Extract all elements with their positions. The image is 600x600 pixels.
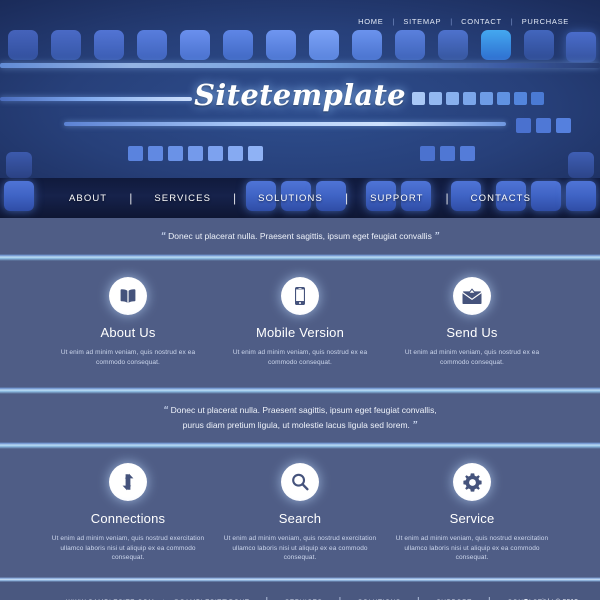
decor-mini-square xyxy=(228,146,243,161)
quote-body-line2: purus diam pretium ligula, ut molestie l… xyxy=(182,420,410,430)
quote-open-mark: “ xyxy=(163,405,169,416)
decor-mini-square xyxy=(556,118,571,133)
decor-square xyxy=(51,30,81,60)
feature-card-send-us[interactable]: Send Us Ut enim ad minim veniam, quis no… xyxy=(386,277,558,387)
decor-square xyxy=(395,30,425,60)
decor-mini-square xyxy=(420,146,435,161)
feature-description: Ut enim ad minim veniam, quis nostrud ex… xyxy=(60,349,196,366)
decor-mini-square-group xyxy=(516,118,571,133)
feature-row-secondary: Connections Ut enim ad minim veniam, qui… xyxy=(0,449,600,577)
decor-square xyxy=(352,30,382,60)
quote-banner-middle: “ Donec ut placerat nulla. Praesent sagi… xyxy=(0,394,600,442)
smartphone-icon xyxy=(281,277,319,315)
magnifier-icon xyxy=(281,463,319,501)
feature-card-mobile-version[interactable]: Mobile Version Ut enim ad minim veniam, … xyxy=(214,277,386,387)
decor-square xyxy=(8,30,38,60)
main-nav-links: ABOUT | SERVICES | SOLUTIONS | SUPPORT |… xyxy=(0,178,600,218)
quote-body-line1: Donec ut placerat nulla. Praesent sagitt… xyxy=(170,405,437,415)
nav-item-support[interactable]: SUPPORT xyxy=(348,193,445,204)
nav-item-solutions[interactable]: SOLUTIONS xyxy=(236,193,345,204)
feature-description: Ut enim ad minim veniam, quis nostrud ex… xyxy=(404,349,540,366)
decor-mini-square xyxy=(128,146,143,161)
feature-title: Connections xyxy=(90,511,166,526)
decor-square-left-low xyxy=(6,152,32,178)
top-nav-item-sitemap[interactable]: SITEMAP xyxy=(394,17,450,26)
decor-square xyxy=(309,30,339,60)
nav-item-contacts[interactable]: CONTACTS xyxy=(449,193,553,204)
gear-icon xyxy=(453,463,491,501)
section-divider xyxy=(0,387,600,394)
site-header: HOME | SITEMAP | CONTACT | PURCHASE Site… xyxy=(0,0,600,178)
decor-mini-square-group xyxy=(128,146,263,161)
top-nav-item-contact[interactable]: CONTACT xyxy=(452,17,511,26)
top-nav-item-purchase[interactable]: PURCHASE xyxy=(513,17,578,26)
main-navigation-bar: ABOUT | SERVICES | SOLUTIONS | SUPPORT |… xyxy=(0,178,600,218)
nav-separator: | xyxy=(445,191,449,205)
exchange-arrows-icon xyxy=(109,463,147,501)
decor-square-right-top xyxy=(566,32,596,62)
feature-title: About Us xyxy=(100,325,156,340)
decor-square xyxy=(180,30,210,60)
decor-square xyxy=(524,30,554,60)
decor-mini-square-group xyxy=(420,146,475,161)
feature-row-primary: About Us Ut enim ad minim veniam, quis n… xyxy=(0,261,600,387)
decor-light-bar xyxy=(64,122,506,126)
footer-nav-links: ABOUT | SERVICES | SOLUTIONS | SUPPORT |… xyxy=(208,596,563,600)
decor-mini-square xyxy=(188,146,203,161)
site-logo[interactable]: Sitetemplate xyxy=(0,78,600,112)
quote-close-mark: ” xyxy=(412,420,418,431)
decor-square-row xyxy=(8,30,554,60)
quote-body: Donec ut placerat nulla. Praesent sagitt… xyxy=(168,230,432,241)
feature-description: Ut enim ad minim veniam, quis nostrud ex… xyxy=(395,535,549,561)
decor-square xyxy=(94,30,124,60)
decor-mini-square xyxy=(248,146,263,161)
feature-description: Ut enim ad minim veniam, quis nostrud ex… xyxy=(51,535,205,561)
decor-square xyxy=(137,30,167,60)
decor-mini-square xyxy=(536,118,551,133)
decor-light-bar xyxy=(0,63,600,68)
feature-card-service[interactable]: Service Ut enim ad minim veniam, quis no… xyxy=(386,463,558,577)
nav-item-about[interactable]: ABOUT xyxy=(47,193,129,204)
feature-description: Ut enim ad minim veniam, quis nostrud ex… xyxy=(232,349,368,366)
nav-separator: | xyxy=(344,191,349,205)
quote-text: “ Donec ut placerat nulla. Praesent sagi… xyxy=(163,403,436,433)
feature-description: Ut enim ad minim veniam, quis nostrud ex… xyxy=(223,535,377,561)
decor-square-right-low xyxy=(568,152,594,178)
quote-text: “ Donec ut placerat nulla. Praesent sagi… xyxy=(161,229,439,244)
decor-mini-square xyxy=(168,146,183,161)
nav-separator: | xyxy=(233,191,237,205)
decor-square xyxy=(266,30,296,60)
decor-square xyxy=(223,30,253,60)
site-footer: WWW.SAMPLESITE.COM | @SAMPLESITE ABOUT |… xyxy=(0,582,600,600)
quote-close-mark: ” xyxy=(434,230,440,242)
open-book-icon xyxy=(109,277,147,315)
nav-item-services[interactable]: SERVICES xyxy=(132,193,233,204)
feature-title: Service xyxy=(449,511,495,526)
feature-card-connections[interactable]: Connections Ut enim ad minim veniam, qui… xyxy=(42,463,214,577)
decor-mini-square xyxy=(208,146,223,161)
section-divider xyxy=(0,254,600,261)
feature-title: Search xyxy=(278,511,322,526)
quote-open-mark: “ xyxy=(160,230,166,242)
feature-card-search[interactable]: Search Ut enim ad minim veniam, quis nos… xyxy=(214,463,386,577)
decor-square xyxy=(481,30,511,60)
decor-mini-square xyxy=(440,146,455,161)
nav-separator: | xyxy=(129,191,133,205)
top-nav-item-home[interactable]: HOME xyxy=(349,17,392,26)
decor-square xyxy=(438,30,468,60)
website-template-page: HOME | SITEMAP | CONTACT | PURCHASE Site… xyxy=(0,0,600,600)
top-utility-nav: HOME | SITEMAP | CONTACT | PURCHASE xyxy=(349,17,578,26)
decor-mini-square xyxy=(460,146,475,161)
section-divider xyxy=(0,442,600,449)
decor-mini-square xyxy=(148,146,163,161)
feature-title: Send Us xyxy=(446,325,498,340)
quote-banner-top: “ Donec ut placerat nulla. Praesent sagi… xyxy=(0,218,600,254)
feature-title: Mobile Version xyxy=(255,325,345,340)
decor-mini-square xyxy=(516,118,531,133)
feature-card-about-us[interactable]: About Us Ut enim ad minim veniam, quis n… xyxy=(42,277,214,387)
envelope-icon xyxy=(453,277,491,315)
